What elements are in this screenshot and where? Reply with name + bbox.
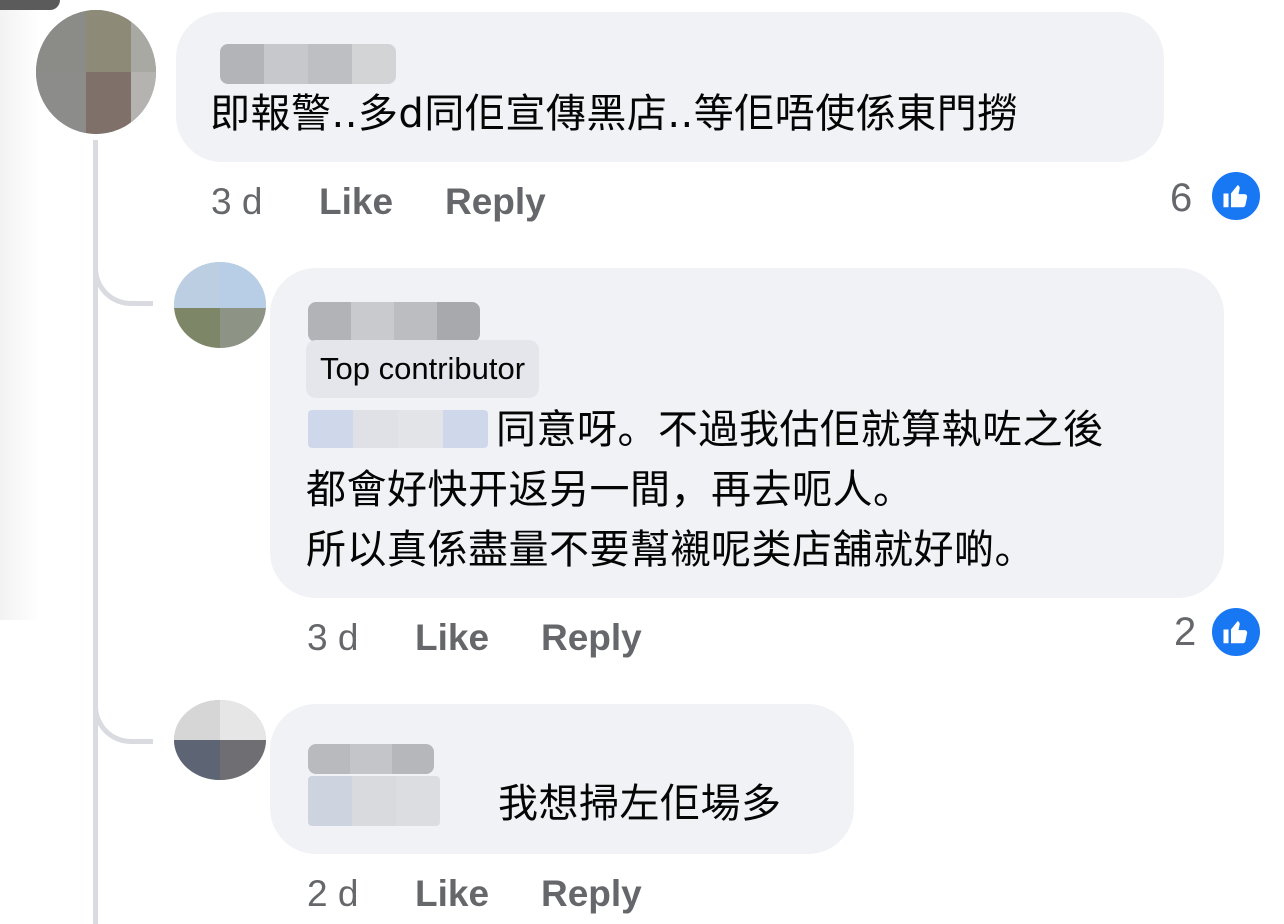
- comment-text-line-1: 同意呀。不過我估佢就算執咗之後: [496, 407, 1104, 453]
- reaction-count[interactable]: 6: [1170, 174, 1192, 222]
- comment-bubble: Top contributor 同意呀。不過我估佢就算執咗之後 都會好快开返另一…: [270, 268, 1224, 598]
- like-thumb-icon[interactable]: [1209, 169, 1263, 223]
- comment-time[interactable]: 3 d: [307, 616, 358, 660]
- like-button[interactable]: Like: [319, 180, 393, 224]
- comment-text-line-3: 所以真係盡量不要幫襯呢类店舖就好啲。: [306, 527, 1035, 573]
- like-thumb-icon[interactable]: [1209, 605, 1263, 659]
- reply-button[interactable]: Reply: [541, 616, 642, 660]
- author-name-redacted[interactable]: [308, 302, 480, 342]
- mention-redacted[interactable]: [308, 776, 440, 826]
- author-name-redacted[interactable]: [220, 44, 396, 84]
- top-contributor-badge: Top contributor: [306, 340, 540, 398]
- reaction-count[interactable]: 2: [1174, 608, 1196, 656]
- thread-elbow-reply-2: [93, 600, 153, 744]
- reply-button[interactable]: Reply: [541, 872, 642, 916]
- avatar[interactable]: [36, 10, 156, 134]
- comment-text-line-2: 都會好快开返另一間，再去呃人。: [306, 467, 914, 513]
- comment-time[interactable]: 2 d: [307, 872, 358, 916]
- mention-redacted[interactable]: [308, 410, 488, 448]
- comment-text: 我想掃左佢場多: [498, 781, 782, 827]
- comment-bubble: 即報警..多d同佢宣傳黑店..等佢唔使係東門撈: [176, 12, 1164, 162]
- comment-text: 即報警..多d同佢宣傳黑店..等佢唔使係東門撈: [210, 91, 1018, 137]
- top-corner-shadow: [0, 0, 60, 10]
- comment-time[interactable]: 3 d: [211, 180, 262, 224]
- avatar[interactable]: [174, 700, 266, 780]
- avatar[interactable]: [174, 262, 266, 348]
- thread-elbow-reply-1: [93, 140, 153, 306]
- background-fade: [0, 0, 40, 620]
- like-button[interactable]: Like: [415, 616, 489, 660]
- reply-button[interactable]: Reply: [445, 180, 546, 224]
- comment-bubble: 我想掃左佢場多: [270, 704, 854, 854]
- author-name-redacted[interactable]: [308, 744, 434, 774]
- like-button[interactable]: Like: [415, 872, 489, 916]
